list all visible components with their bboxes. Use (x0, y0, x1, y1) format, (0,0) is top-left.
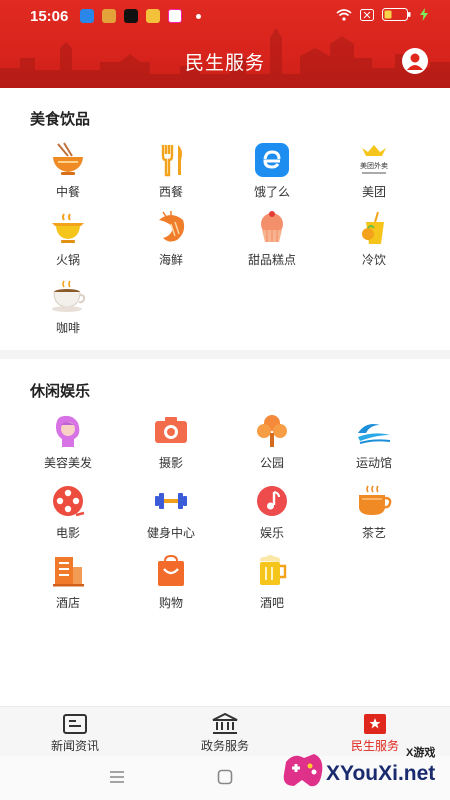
category-label: 西餐 (158, 185, 183, 199)
eleme-icon (255, 143, 289, 177)
wave-icon (358, 424, 391, 444)
camera-icon (155, 417, 187, 443)
tree-icon (257, 415, 287, 447)
tea-icon (359, 485, 392, 515)
category-label: 火锅 (55, 253, 80, 267)
category-photography[interactable]: 摄影 (126, 413, 216, 471)
category-label: 海鲜 (158, 253, 183, 267)
news-icon (63, 714, 87, 734)
category-label: 摄影 (158, 456, 183, 470)
government-icon (212, 713, 238, 734)
shopping-bag-icon (158, 554, 184, 586)
food-drink-section: 美食饮品 中餐 西餐 饿了么 美团外卖 美团 火锅 海鲜 甜品糕点 冷饮 咖啡 (0, 88, 450, 350)
category-coffee[interactable]: 咖啡 (23, 278, 113, 336)
notification-app-icon (102, 9, 116, 23)
nav-tab-news[interactable]: 新闻资讯 (20, 713, 130, 754)
dumbbell-icon (155, 493, 187, 509)
svg-text:美团外卖: 美团外卖 (360, 161, 388, 170)
category-label: 甜品糕点 (247, 253, 296, 267)
category-park[interactable]: 公园 (227, 413, 317, 471)
people-service-icon (364, 714, 386, 734)
notification-app-icon (146, 9, 160, 23)
category-sports-venue[interactable]: 运动馆 (329, 413, 419, 471)
category-label: 茶艺 (361, 526, 386, 540)
watermark-text: XYouXi.net (326, 762, 436, 785)
section-title: 美食饮品 (30, 111, 91, 128)
category-movie[interactable]: 电影 (23, 483, 113, 541)
film-reel-icon (53, 486, 85, 517)
notification-dot (196, 14, 201, 19)
category-chinese-food[interactable]: 中餐 (23, 142, 113, 200)
category-label: 运动馆 (355, 456, 392, 470)
hotpot-icon (52, 213, 84, 243)
coffee-icon (52, 280, 86, 312)
tiktok-notification-icon (124, 9, 138, 23)
category-label: 酒吧 (259, 596, 284, 610)
page-title: 民生服务 (184, 53, 265, 74)
charging-icon (420, 8, 428, 21)
category-label: 酒店 (55, 596, 80, 610)
notification-app-icon (80, 9, 94, 23)
leisure-entertainment-section: 休闲娱乐 美容美发 摄影 公园 运动馆 电影 健身中心 娱乐 茶艺 酒店 购物 (0, 359, 450, 705)
section-divider (0, 350, 450, 359)
category-label: 美团 (361, 185, 386, 199)
noodle-bowl-icon (53, 142, 83, 175)
app-header: 15:06 民生服务 (0, 0, 450, 88)
category-entertainment[interactable]: 娱乐 (227, 483, 317, 541)
category-seafood[interactable]: 海鲜 (126, 210, 216, 268)
meituan-icon: 美团外卖 (360, 145, 388, 174)
gamepad-icon (283, 754, 323, 787)
category-tea-art[interactable]: 茶艺 (329, 483, 419, 541)
music-icon (257, 486, 287, 516)
category-label: 公园 (259, 456, 284, 470)
battery-icon (382, 8, 411, 21)
nav-label: 政务服务 (200, 739, 249, 753)
category-label: 美容美发 (43, 456, 92, 470)
category-western-food[interactable]: 西餐 (126, 142, 216, 200)
home-icon[interactable] (217, 769, 233, 785)
beauty-icon (56, 415, 80, 447)
category-fitness-center[interactable]: 健身中心 (126, 483, 216, 541)
shrimp-icon (159, 211, 185, 242)
category-label: 饿了么 (253, 185, 290, 199)
category-label: 咖啡 (55, 321, 80, 335)
nav-label: 新闻资讯 (50, 739, 99, 753)
toutiao-notification-icon (168, 9, 182, 23)
hotel-icon (53, 557, 84, 587)
category-meituan[interactable]: 美团外卖 美团 (329, 142, 419, 200)
category-beauty-salon[interactable]: 美容美发 (23, 413, 113, 471)
status-bar: 15:06 (0, 0, 450, 32)
watermark-subtext: X游戏 (406, 747, 436, 759)
category-cold-drink[interactable]: 冷饮 (329, 210, 419, 268)
category-label: 健身中心 (146, 526, 195, 540)
watermark-logo: XYouXi.net X游戏 (280, 742, 446, 798)
category-label: 电影 (55, 526, 80, 540)
category-label: 娱乐 (259, 526, 284, 540)
status-time: 15:06 (30, 8, 69, 25)
beer-icon (260, 555, 287, 585)
category-eleme[interactable]: 饿了么 (227, 142, 317, 200)
user-profile-icon[interactable] (402, 48, 428, 74)
section-title: 休闲娱乐 (30, 383, 91, 400)
category-bar[interactable]: 酒吧 (227, 553, 317, 611)
category-hotpot[interactable]: 火锅 (23, 210, 113, 268)
wifi-icon (336, 8, 352, 21)
nav-tab-government[interactable]: 政务服务 (170, 713, 280, 754)
category-dessert[interactable]: 甜品糕点 (227, 210, 317, 268)
category-label: 冷饮 (361, 253, 386, 267)
category-label: 中餐 (55, 185, 80, 199)
category-shopping[interactable]: 购物 (126, 553, 216, 611)
cold-drink-icon (362, 211, 384, 244)
menu-icon[interactable] (109, 771, 125, 783)
sim-icon (360, 8, 374, 21)
system-status-icons (336, 8, 428, 21)
category-hotel[interactable]: 酒店 (23, 553, 113, 611)
cake-icon (261, 211, 283, 242)
category-label: 购物 (158, 596, 183, 610)
fork-knife-icon (161, 145, 182, 177)
